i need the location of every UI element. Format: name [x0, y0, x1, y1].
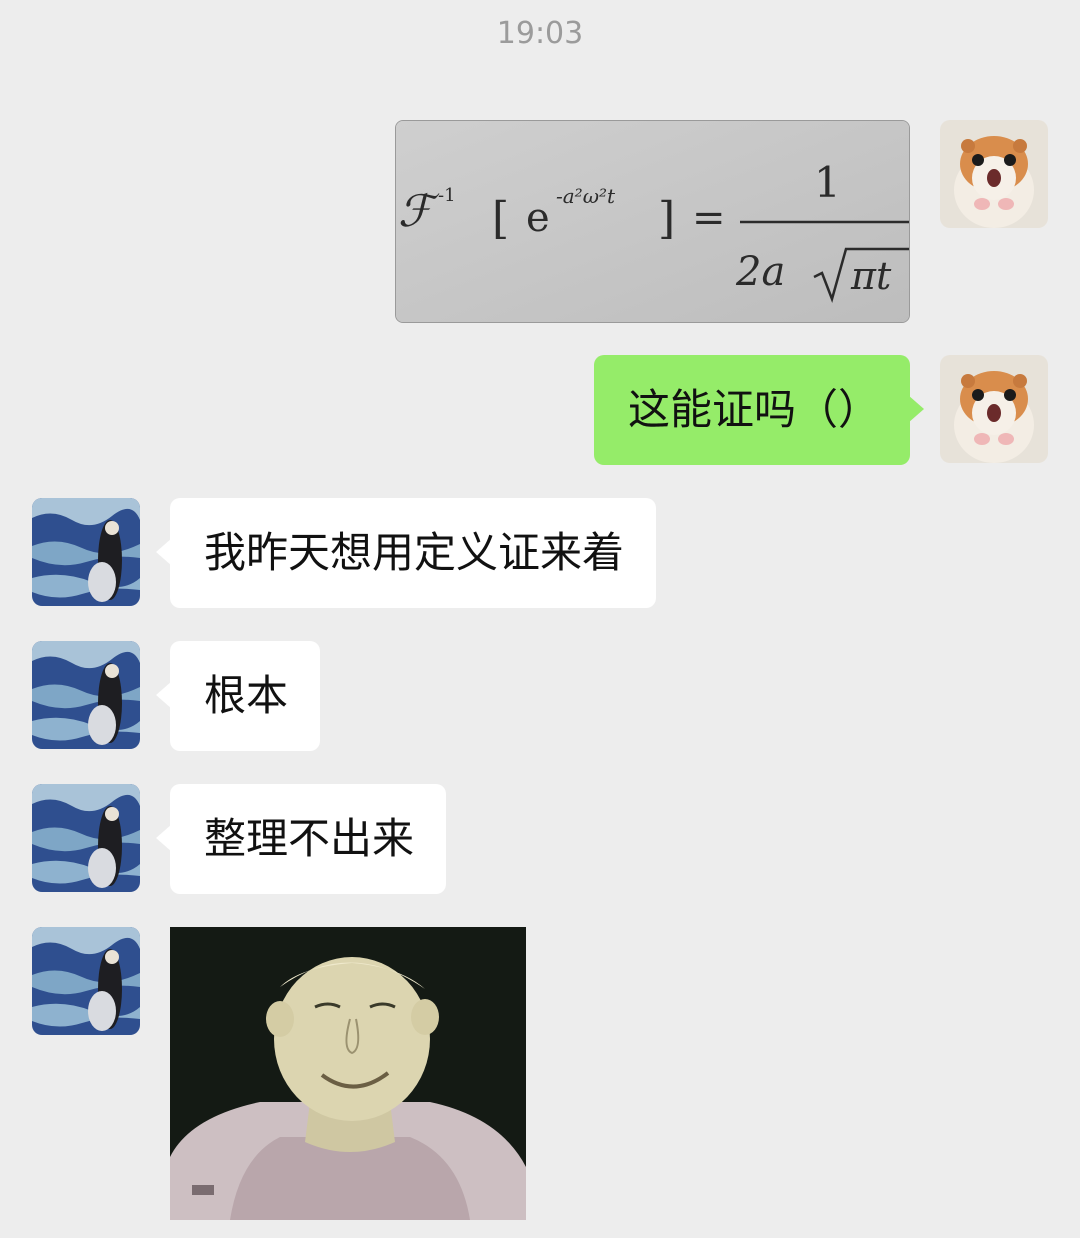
blue-fish-painting-avatar-icon [32, 927, 140, 1035]
formula-right-bracket: ] [658, 193, 675, 244]
message-text: 我昨天想用定义证来着 [204, 528, 625, 577]
blue-fish-painting-avatar-icon [32, 498, 140, 606]
hamster-avatar-icon [940, 355, 1048, 463]
message-text: 整理不出来 [204, 814, 415, 863]
meme-sticker-message[interactable] [170, 927, 526, 1220]
formula-left-bracket: [ [492, 193, 509, 244]
meme-sticker-image [170, 927, 526, 1220]
my-avatar[interactable] [940, 120, 1048, 228]
hamster-avatar-icon [940, 120, 1048, 228]
their-text-bubble[interactable]: 根本 [155, 641, 321, 751]
their-text-bubble[interactable]: 我昨天想用定义证来着 [155, 498, 657, 608]
blue-fish-painting-avatar-icon [32, 641, 140, 749]
formula-base: e [526, 195, 550, 241]
formula-denominator-root: πt [850, 254, 892, 298]
their-avatar[interactable] [32, 784, 140, 892]
message-text: 这能证吗（） [627, 385, 880, 434]
formula-denominator-left: 2a [735, 249, 785, 295]
formula-numerator: 1 [814, 158, 841, 207]
blue-fish-painting-avatar-icon [32, 784, 140, 892]
formula-image-message[interactable]: ℱ -1 [ e -a²ω²t ] = 1 2a πt [395, 120, 910, 323]
their-avatar[interactable] [32, 641, 140, 749]
their-avatar[interactable] [32, 498, 140, 606]
my-avatar[interactable] [940, 355, 1048, 463]
my-text-bubble[interactable]: 这能证吗（） [593, 355, 925, 465]
their-text-bubble[interactable]: 整理不出来 [155, 784, 447, 894]
their-avatar[interactable] [32, 927, 140, 1035]
formula-exponent: -a²ω²t [556, 184, 616, 208]
message-timestamp: 19:03 [496, 16, 584, 51]
message-text: 根本 [204, 671, 289, 720]
formula-image: ℱ -1 [ e -a²ω²t ] = 1 2a πt [396, 121, 909, 322]
formula-inverse-exponent: -1 [438, 185, 456, 206]
formula-equals: = [692, 195, 726, 241]
